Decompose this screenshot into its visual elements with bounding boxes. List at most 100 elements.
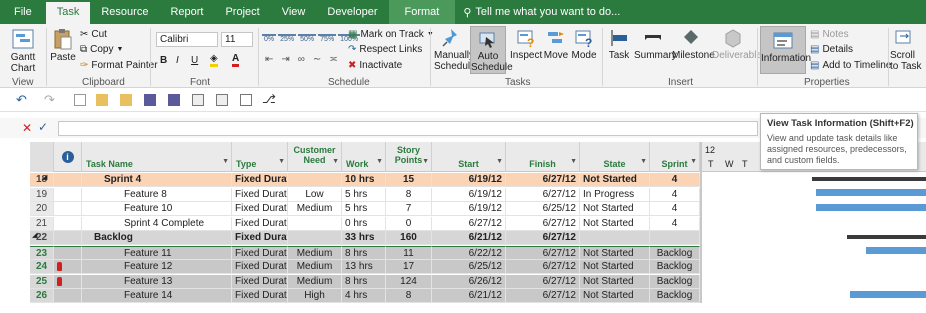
cell-sprint[interactable]: Backlog xyxy=(650,274,700,289)
italic-button[interactable]: I xyxy=(176,55,179,66)
indicator-cell[interactable] xyxy=(54,245,82,260)
gantt-task-bar[interactable] xyxy=(850,291,926,298)
cell-sprint[interactable]: Backlog xyxy=(650,289,700,303)
cell-sprint[interactable]: 4 xyxy=(650,187,700,202)
paste-button[interactable]: Paste xyxy=(50,28,76,63)
cell-work[interactable]: 5 hrs xyxy=(342,187,386,202)
cell-state[interactable] xyxy=(580,231,650,245)
cell-work[interactable]: 4 hrs xyxy=(342,289,386,303)
select-all-cell[interactable] xyxy=(30,142,54,172)
cell-start[interactable]: 6/25/12 xyxy=(432,260,506,274)
underline-button[interactable]: U xyxy=(191,55,198,66)
font-color-button[interactable]: A xyxy=(232,53,240,67)
cut-button[interactable]: ✂ Cut xyxy=(80,29,107,40)
tab-resource[interactable]: Resource xyxy=(90,0,159,24)
print-preview-icon[interactable] xyxy=(216,94,228,106)
add-to-timeline-button[interactable]: ▤ Add to Timeline xyxy=(810,60,891,71)
column-header-story-points[interactable]: Story Points ▼ xyxy=(386,142,432,172)
indicator-cell[interactable] xyxy=(54,202,82,216)
cell-need[interactable]: Medium xyxy=(288,274,342,289)
cell-name[interactable]: Feature 10 xyxy=(82,202,232,216)
cell-state[interactable]: In Progress xyxy=(580,187,650,202)
split-icon[interactable]: ≍ xyxy=(329,54,337,65)
outdent-icon[interactable]: ⇥ xyxy=(281,54,289,65)
cell-name[interactable]: Feature 14 xyxy=(82,289,232,303)
collapse-triangle-icon[interactable]: ◢ xyxy=(32,231,37,239)
row-number[interactable]: 19 xyxy=(30,187,54,202)
column-header-finish[interactable]: Finish ▼ xyxy=(506,142,580,172)
cell-points[interactable]: 8 xyxy=(386,187,432,202)
column-header-work[interactable]: Work ▼ xyxy=(342,142,386,172)
table-row[interactable]: 21 Sprint 4 Complete Fixed Durati 0 hrs 0 6/2… xyxy=(30,216,700,232)
cell-type[interactable]: Fixed Durati xyxy=(232,202,288,216)
column-header-type[interactable]: Type ▼ xyxy=(232,142,288,172)
cell-sprint[interactable]: Backlog xyxy=(650,260,700,274)
cell-state[interactable]: Not Started xyxy=(580,260,650,274)
cell-work[interactable]: 10 hrs xyxy=(342,173,386,187)
cell-finish[interactable]: 6/27/12 xyxy=(506,216,580,231)
cell-sprint[interactable]: Backlog xyxy=(650,245,700,260)
column-header-sprint[interactable]: Sprint ▼ xyxy=(650,142,700,172)
tab-view[interactable]: View xyxy=(271,0,317,24)
indicator-cell[interactable] xyxy=(54,260,82,274)
auto-schedule-button[interactable]: Auto Schedule xyxy=(470,26,513,74)
cell-state[interactable]: Not Started xyxy=(580,274,650,289)
cell-need[interactable]: Medium xyxy=(288,260,342,274)
cell-sprint[interactable]: 4 xyxy=(650,173,700,187)
entry-field[interactable] xyxy=(58,121,758,136)
column-header-state[interactable]: State ▼ xyxy=(580,142,650,172)
cell-state[interactable]: Not Started xyxy=(580,289,650,303)
cell-name[interactable]: Feature 11 xyxy=(82,245,232,260)
cell-start[interactable]: 6/21/12 xyxy=(432,289,506,303)
cell-points[interactable]: 15 xyxy=(386,173,432,187)
print-icon[interactable] xyxy=(192,94,204,106)
row-number[interactable]: 20 xyxy=(30,202,54,216)
cell-work[interactable]: 8 hrs xyxy=(342,274,386,289)
table-row[interactable]: 20 Feature 10 Fixed Durati Medium 5 hrs 7 6/19… xyxy=(30,202,700,217)
cell-points[interactable]: 124 xyxy=(386,274,432,289)
cell-type[interactable]: Fixed Durati xyxy=(232,231,288,245)
gantt-task-bar[interactable] xyxy=(816,189,926,196)
tab-task[interactable]: Task xyxy=(45,2,91,24)
link-icon[interactable]: ∞ xyxy=(298,54,305,65)
mark-on-track-button[interactable]: ▦Mark on Track▼ xyxy=(348,29,434,40)
indicator-cell[interactable] xyxy=(54,216,82,231)
folder-icon[interactable] xyxy=(120,94,132,106)
tab-report[interactable]: Report xyxy=(159,0,214,24)
cancel-entry-icon[interactable]: ✕ xyxy=(22,121,32,135)
column-header-customer-need[interactable]: Customer Need ▼ xyxy=(288,142,342,172)
move-button[interactable]: Move xyxy=(543,28,569,61)
cell-need[interactable] xyxy=(288,231,342,245)
cell-type[interactable]: Fixed Durati xyxy=(232,274,288,289)
cell-name[interactable]: Sprint 4 Complete xyxy=(82,216,232,231)
insert-milestone-button[interactable]: Milestone xyxy=(672,28,715,61)
information-button[interactable]: Information xyxy=(760,26,811,74)
network-diagram-icon[interactable]: ⎇ xyxy=(262,92,276,106)
tab-format[interactable]: Format xyxy=(388,0,456,24)
font-name-select[interactable]: Calibri xyxy=(156,32,218,47)
tell-me-box[interactable]: ⚲ Tell me what you want to do... xyxy=(463,6,620,19)
cell-finish[interactable]: 6/27/12 xyxy=(506,187,580,202)
save-as-icon[interactable] xyxy=(168,94,180,106)
cell-finish[interactable]: 6/27/12 xyxy=(506,289,580,303)
cell-name[interactable]: Sprint 4 xyxy=(82,173,232,187)
cell-state[interactable]: Not Started xyxy=(580,202,650,216)
column-header-task-name[interactable]: Task Name ▼ xyxy=(82,142,232,172)
tab-file[interactable]: File xyxy=(0,0,46,24)
gantt-task-bar[interactable] xyxy=(816,204,926,211)
fill-color-button[interactable]: ◈ xyxy=(210,53,218,67)
indicator-cell[interactable] xyxy=(54,173,82,187)
cell-work[interactable]: 33 hrs xyxy=(342,231,386,245)
cell-finish[interactable]: 6/27/12 xyxy=(506,245,580,260)
table-row[interactable]: 23 Feature 11 Fixed Durati Medium 8 hrs 11 6/2… xyxy=(30,245,700,261)
indicator-cell[interactable] xyxy=(54,274,82,289)
row-number[interactable]: 25 xyxy=(30,274,54,289)
cell-start[interactable]: 6/19/12 xyxy=(432,173,506,187)
cell-points[interactable]: 17 xyxy=(386,260,432,274)
column-header-start[interactable]: Start ▼ xyxy=(432,142,506,172)
percent-complete-buttons[interactable]: 0% 25% 50% 75% 100% xyxy=(262,34,361,43)
cell-start[interactable]: 6/19/12 xyxy=(432,202,506,216)
cell-type[interactable]: Fixed Durati xyxy=(232,173,288,187)
cell-state[interactable]: Not Started xyxy=(580,216,650,231)
cell-type[interactable]: Fixed Durati xyxy=(232,187,288,202)
